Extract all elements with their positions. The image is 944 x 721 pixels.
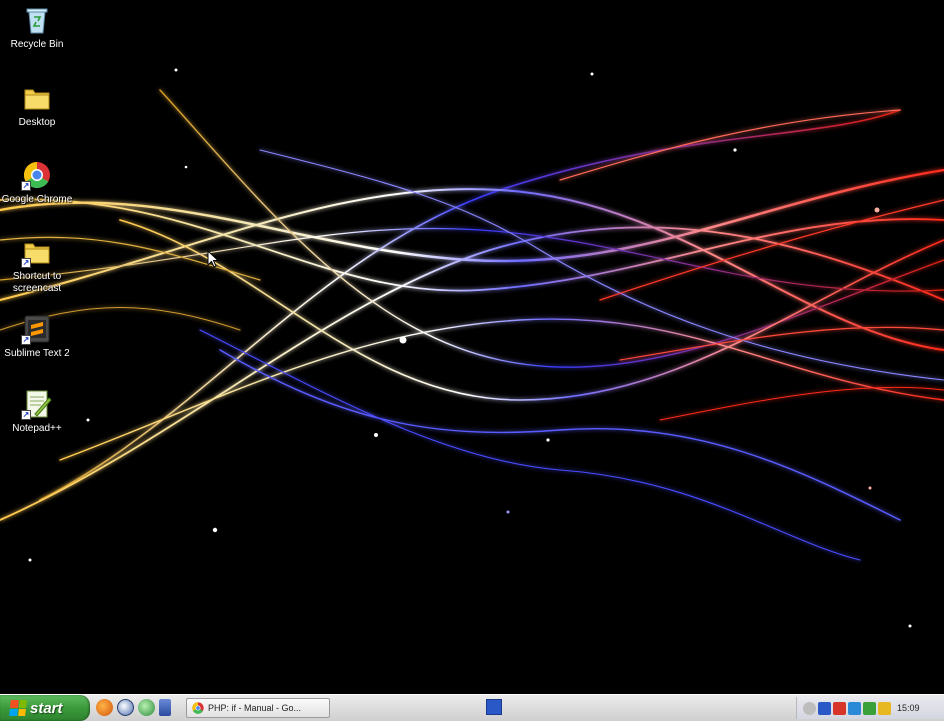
mouse-cursor-icon bbox=[207, 250, 219, 268]
notepad-plus-plus-icon: ↗ bbox=[21, 388, 53, 420]
show-desktop-icon[interactable] bbox=[159, 699, 171, 716]
application-icon[interactable] bbox=[486, 699, 502, 715]
desktop-icon-label: Shortcut to screencast bbox=[12, 271, 62, 294]
messenger-icon[interactable] bbox=[848, 701, 861, 715]
recycle-bin-icon bbox=[21, 4, 53, 36]
desktop-icon-recycle-bin[interactable]: Recycle Bin bbox=[0, 4, 74, 51]
shortcut-arrow-icon: ↗ bbox=[21, 181, 31, 191]
desktop-icon-desktop[interactable]: Desktop bbox=[0, 82, 74, 129]
taskbar-button-label: PHP: if - Manual - Go... bbox=[208, 703, 302, 713]
windows-logo-icon bbox=[9, 700, 27, 716]
desktop-icon-notepad-plus-plus[interactable]: ↗ Notepad++ bbox=[0, 388, 74, 435]
network-icon[interactable] bbox=[138, 699, 155, 716]
start-label: start bbox=[30, 699, 63, 717]
shortcut-arrow-icon: ↗ bbox=[21, 258, 31, 268]
system-tray: 15:09 bbox=[796, 697, 944, 719]
chrome-icon: ↗ bbox=[21, 159, 53, 191]
clock[interactable]: 15:09 bbox=[897, 703, 920, 713]
volume-icon[interactable] bbox=[803, 701, 816, 715]
folder-icon bbox=[21, 82, 53, 114]
desktop-icon-label: Sublime Text 2 bbox=[4, 348, 70, 359]
desktop-wallpaper bbox=[0, 0, 944, 694]
desktop-icon-screencast-shortcut[interactable]: ↗ Shortcut to screencast bbox=[0, 236, 74, 295]
shortcut-arrow-icon: ↗ bbox=[21, 410, 31, 420]
taskbar-button-chrome[interactable]: PHP: if - Manual - Go... bbox=[186, 698, 330, 718]
desktop-icon-label: Desktop bbox=[18, 117, 56, 128]
firefox-icon[interactable] bbox=[96, 699, 113, 716]
shortcut-arrow-icon: ↗ bbox=[21, 335, 31, 345]
quick-launch-bar bbox=[96, 699, 171, 716]
desktop-icon-label: Google Chrome bbox=[1, 194, 73, 205]
folder-shortcut-icon: ↗ bbox=[21, 236, 53, 268]
media-icon[interactable] bbox=[117, 699, 134, 716]
taskbar: start PHP: if - Manual - Go... 15:09 bbox=[0, 694, 944, 721]
start-button[interactable]: start bbox=[0, 695, 90, 721]
desktop-icon-label: Notepad++ bbox=[12, 423, 62, 434]
desktop-icon-google-chrome[interactable]: ↗ Google Chrome bbox=[0, 159, 74, 206]
desktop-icon-label: Recycle Bin bbox=[10, 39, 64, 50]
desktop-icon-sublime-text[interactable]: ↗ Sublime Text 2 bbox=[0, 313, 74, 360]
security-icon[interactable] bbox=[863, 701, 876, 715]
antivirus-icon[interactable] bbox=[833, 701, 846, 715]
chrome-icon bbox=[192, 702, 204, 714]
network-icon[interactable] bbox=[818, 701, 831, 715]
sublime-text-icon: ↗ bbox=[21, 313, 53, 345]
update-icon[interactable] bbox=[878, 701, 891, 715]
